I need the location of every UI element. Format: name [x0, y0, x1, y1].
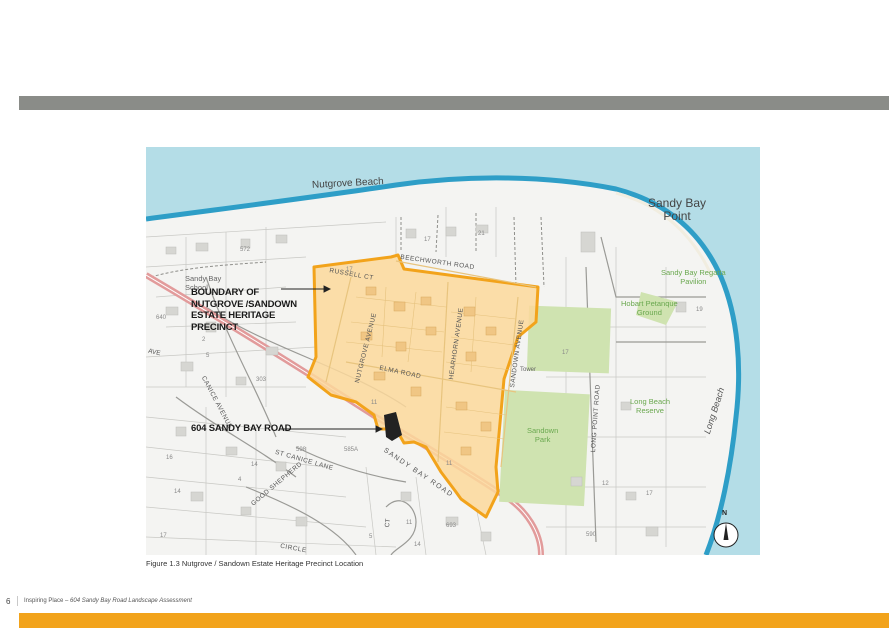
- lot-number: 572: [240, 247, 251, 253]
- header-rule: [19, 96, 889, 110]
- lot-number: 17: [424, 237, 431, 243]
- north-arrow-label: N: [722, 510, 728, 517]
- footer-prefix: Inspiring Place –: [24, 598, 71, 604]
- footer-separator: [17, 596, 18, 606]
- lot-number: 14: [414, 542, 421, 548]
- lot-number: 19: [696, 307, 703, 313]
- lot-number: 5: [206, 353, 210, 359]
- lot-number: 14: [251, 462, 258, 468]
- lot-number: 693: [446, 523, 457, 529]
- lot-number: 585A: [344, 447, 359, 453]
- sports-field-north: [526, 305, 612, 374]
- lot-number: 640: [156, 315, 167, 321]
- lot-number: 17: [160, 533, 167, 539]
- lot-number: 11: [406, 520, 413, 526]
- lot-number: 17: [646, 491, 653, 497]
- footer-bar: [19, 613, 889, 628]
- lot-number: 12: [602, 481, 609, 487]
- lot-number: 303: [256, 377, 267, 383]
- sandown-park-field: [499, 389, 590, 507]
- lot-number: 17: [562, 350, 569, 356]
- figure-caption: Figure 1.3 Nutgrove / Sandown Estate Her…: [146, 559, 364, 568]
- footer-document-title: 604 Sandy Bay Road Landscape Assessment: [70, 598, 192, 604]
- lot-number: 16: [166, 455, 173, 461]
- place-label-regatta-pavilion: Sandy Bay Regatta Pavilion: [661, 268, 726, 286]
- lot-number: 590: [586, 532, 597, 538]
- street-label-ct: CT: [384, 518, 392, 528]
- lot-number: 5: [369, 534, 373, 540]
- lot-number: 17: [346, 267, 353, 273]
- lot-number: 598: [296, 447, 307, 453]
- lot-number: 11: [446, 461, 453, 467]
- callout-precinct-boundary: BOUNDARY OF NUTGROVE /SANDOWN ESTATE HER…: [191, 287, 297, 333]
- place-label-sandown-park: Sandown Park: [527, 426, 559, 444]
- lot-number: 2: [202, 337, 206, 343]
- page-number: 6: [6, 597, 11, 606]
- callout-604-sandy-bay-road: 604 SANDY BAY ROAD: [191, 423, 292, 434]
- place-label-long-beach-reserve: Long Beach Reserve: [630, 397, 671, 415]
- lot-number: 14: [174, 489, 181, 495]
- place-label-sandy-bay-point: Sandy Bay Point: [648, 196, 707, 223]
- place-label-petanque-ground: Hobart Petanque Ground: [621, 299, 678, 317]
- precinct-location-map: Nutgrove Beach Sandy Bay Point Long Beac…: [146, 147, 760, 555]
- lot-number: 4: [238, 477, 242, 483]
- place-label-tower: Tower: [520, 367, 537, 373]
- footer-running-title: Inspiring Place – 604 Sandy Bay Road Lan…: [24, 598, 192, 604]
- lot-number: 11: [371, 400, 378, 406]
- lot-number: 21: [478, 231, 485, 237]
- north-arrow: [713, 522, 739, 548]
